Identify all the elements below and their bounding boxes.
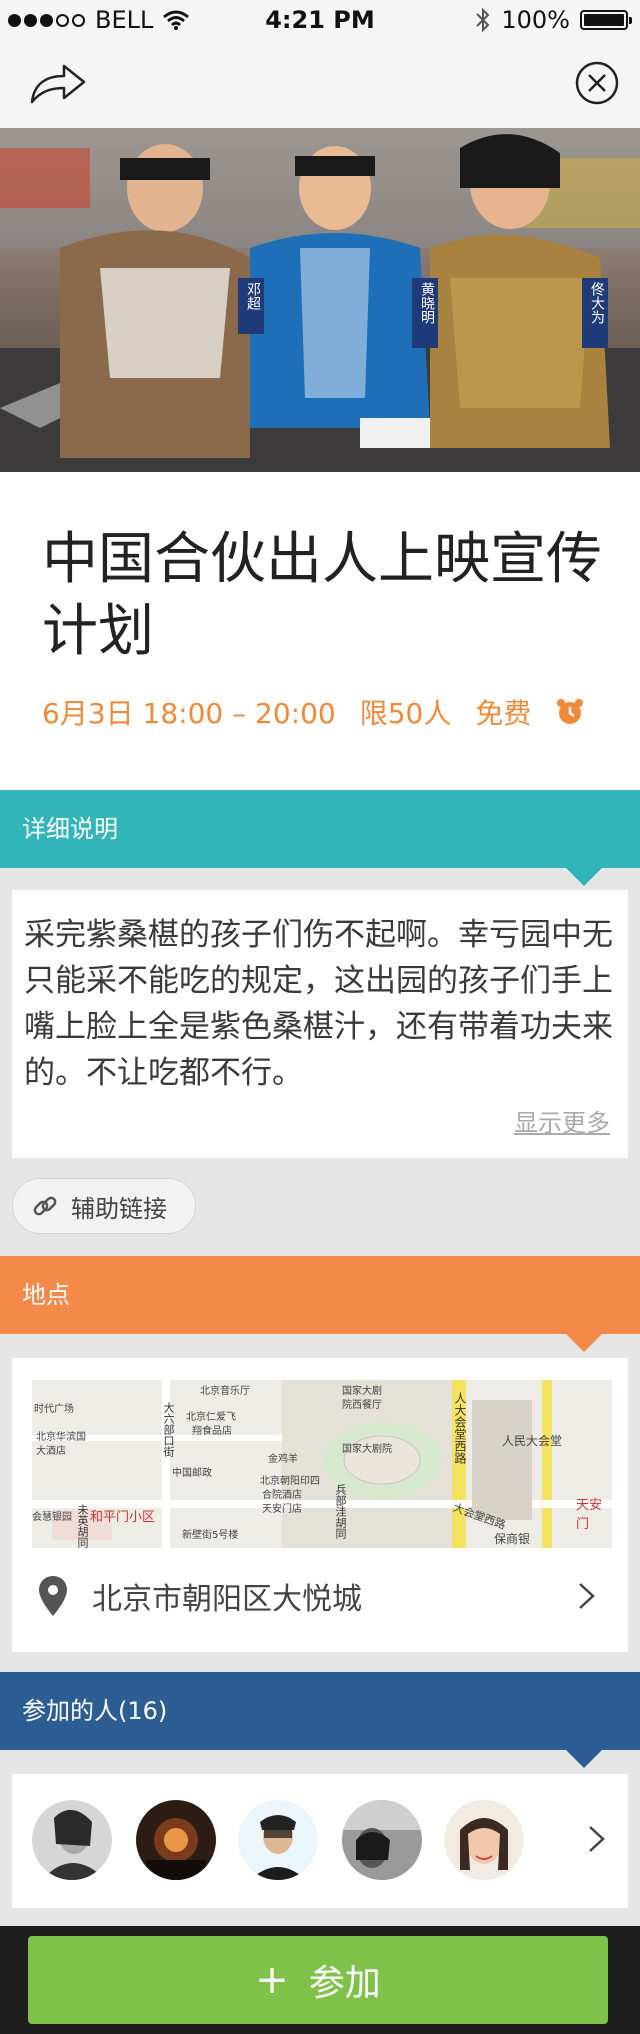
map-label: 大六部口街: [162, 1402, 175, 1457]
avatar[interactable]: [238, 1800, 318, 1880]
description-text: 采完紫桑椹的孩子们伤不起啊。幸亏园中无只能采不能吃的规定，这出园的孩子们手上嘴上…: [24, 917, 613, 1091]
map-label: 和平门小区: [90, 1510, 156, 1525]
map-label: 中国邮政: [172, 1468, 212, 1479]
bluetooth-icon: [476, 8, 490, 32]
map-label: 新壁街5号楼: [182, 1530, 239, 1541]
map-label: 合院酒店: [262, 1490, 302, 1501]
show-more-link[interactable]: 显示更多: [514, 1103, 610, 1138]
map-label: 北京仁爱飞: [186, 1412, 236, 1423]
link-icon: [33, 1196, 57, 1216]
alarm-clock-icon[interactable]: [555, 697, 585, 727]
location-map[interactable]: 北京音乐厅 时代广场 北京华滨国 大酒店 北京仁爱飞 翔食品店 中国邮政 北京朝…: [32, 1380, 612, 1548]
map-label: 人大会堂西路: [453, 1392, 467, 1464]
participants-header-label: 参加的人(16): [22, 1697, 168, 1725]
battery-icon: [580, 10, 632, 30]
plus-icon: +: [255, 1957, 289, 2003]
location-header-label: 地点: [22, 1281, 70, 1309]
map-label: 大酒店: [36, 1446, 66, 1457]
event-hero-image: 邓超 黄晓明 佟大为: [0, 128, 640, 472]
aux-link-label: 辅助链接: [71, 1194, 167, 1223]
map-label: 北京音乐厅: [200, 1386, 250, 1397]
share-arrow-icon[interactable]: [28, 62, 88, 106]
nav-bar: [0, 40, 640, 128]
event-datetime: 6月3日 18:00 – 20:00: [42, 697, 336, 730]
chevron-right-icon[interactable]: [586, 1824, 608, 1854]
avatar[interactable]: [342, 1800, 422, 1880]
map-label: 国家大剧院: [342, 1444, 392, 1455]
map-label: 未英胡同: [76, 1504, 89, 1548]
avatar[interactable]: [32, 1800, 112, 1880]
map-label: 金鸡羊: [268, 1454, 298, 1465]
join-label: 参加: [308, 1963, 381, 2004]
description-header-label: 详细说明: [22, 815, 118, 843]
section-pointer: [566, 1750, 602, 1768]
participants-card[interactable]: [12, 1774, 628, 1908]
address-text: 北京市朝阳区大悦城: [92, 1582, 362, 1617]
map-label: 人民大会堂: [502, 1434, 563, 1448]
map-label: 天安门: [576, 1498, 603, 1532]
location-card: 北京音乐厅 时代广场 北京华滨国 大酒店 北京仁爱飞 翔食品店 中国邮政 北京朝…: [12, 1358, 628, 1652]
location-header: 地点: [0, 1256, 640, 1352]
section-pointer: [566, 1334, 602, 1352]
event-capacity: 限50人: [359, 697, 452, 730]
description-card: 采完紫桑椹的孩子们伤不起啊。幸亏园中无只能采不能吃的规定，这出园的孩子们手上嘴上…: [12, 890, 628, 1158]
status-right: 100%: [475, 6, 632, 34]
map-label: 时代广场: [34, 1404, 74, 1415]
location-pin-icon: [39, 1576, 67, 1616]
aux-link-button[interactable]: 辅助链接: [12, 1178, 196, 1234]
hero-photo: [0, 128, 640, 472]
avatar[interactable]: [136, 1800, 216, 1880]
join-button[interactable]: + 参加: [28, 1936, 608, 2024]
map-label: 翔食品店: [192, 1426, 232, 1437]
map-label: 保商银: [494, 1532, 531, 1546]
hero-tag-3: 佟大为: [589, 282, 605, 324]
event-title: 中国合伙出人上映宣传计划: [42, 527, 602, 664]
close-circle-icon[interactable]: [574, 60, 620, 106]
event-price: 免费: [475, 697, 532, 730]
battery-percent: 100%: [501, 6, 570, 34]
map-label: 北京华滨国: [36, 1432, 86, 1443]
map-label: 院西餐厅: [342, 1400, 382, 1411]
hero-tag-1: 邓超: [245, 282, 261, 310]
map-label: 北京朝阳印四: [260, 1476, 320, 1487]
map-label: 国家大剧: [342, 1386, 382, 1397]
map-label: 兵部洼胡同: [334, 1484, 347, 1539]
map-label: 天安门店: [262, 1504, 302, 1515]
event-header: 中国合伙出人上映宣传计划 6月3日 18:00 – 20:00 限50人 免费: [0, 472, 640, 790]
event-meta: 6月3日 18:00 – 20:00 限50人 免费: [42, 692, 585, 732]
hero-tag-2: 黄晓明: [419, 282, 435, 324]
status-bar: BELL 4:21 PM 100%: [0, 0, 640, 40]
avatar[interactable]: [444, 1800, 524, 1880]
address-row[interactable]: 北京市朝阳区大悦城: [38, 1564, 608, 1628]
description-header: 详细说明: [0, 790, 640, 886]
participants-header: 参加的人(16): [0, 1672, 640, 1768]
bottom-action-bar: + 参加: [0, 1926, 640, 2034]
section-pointer: [566, 868, 602, 886]
map-label: 会慧银园: [32, 1512, 72, 1523]
chevron-right-icon: [579, 1583, 595, 1609]
